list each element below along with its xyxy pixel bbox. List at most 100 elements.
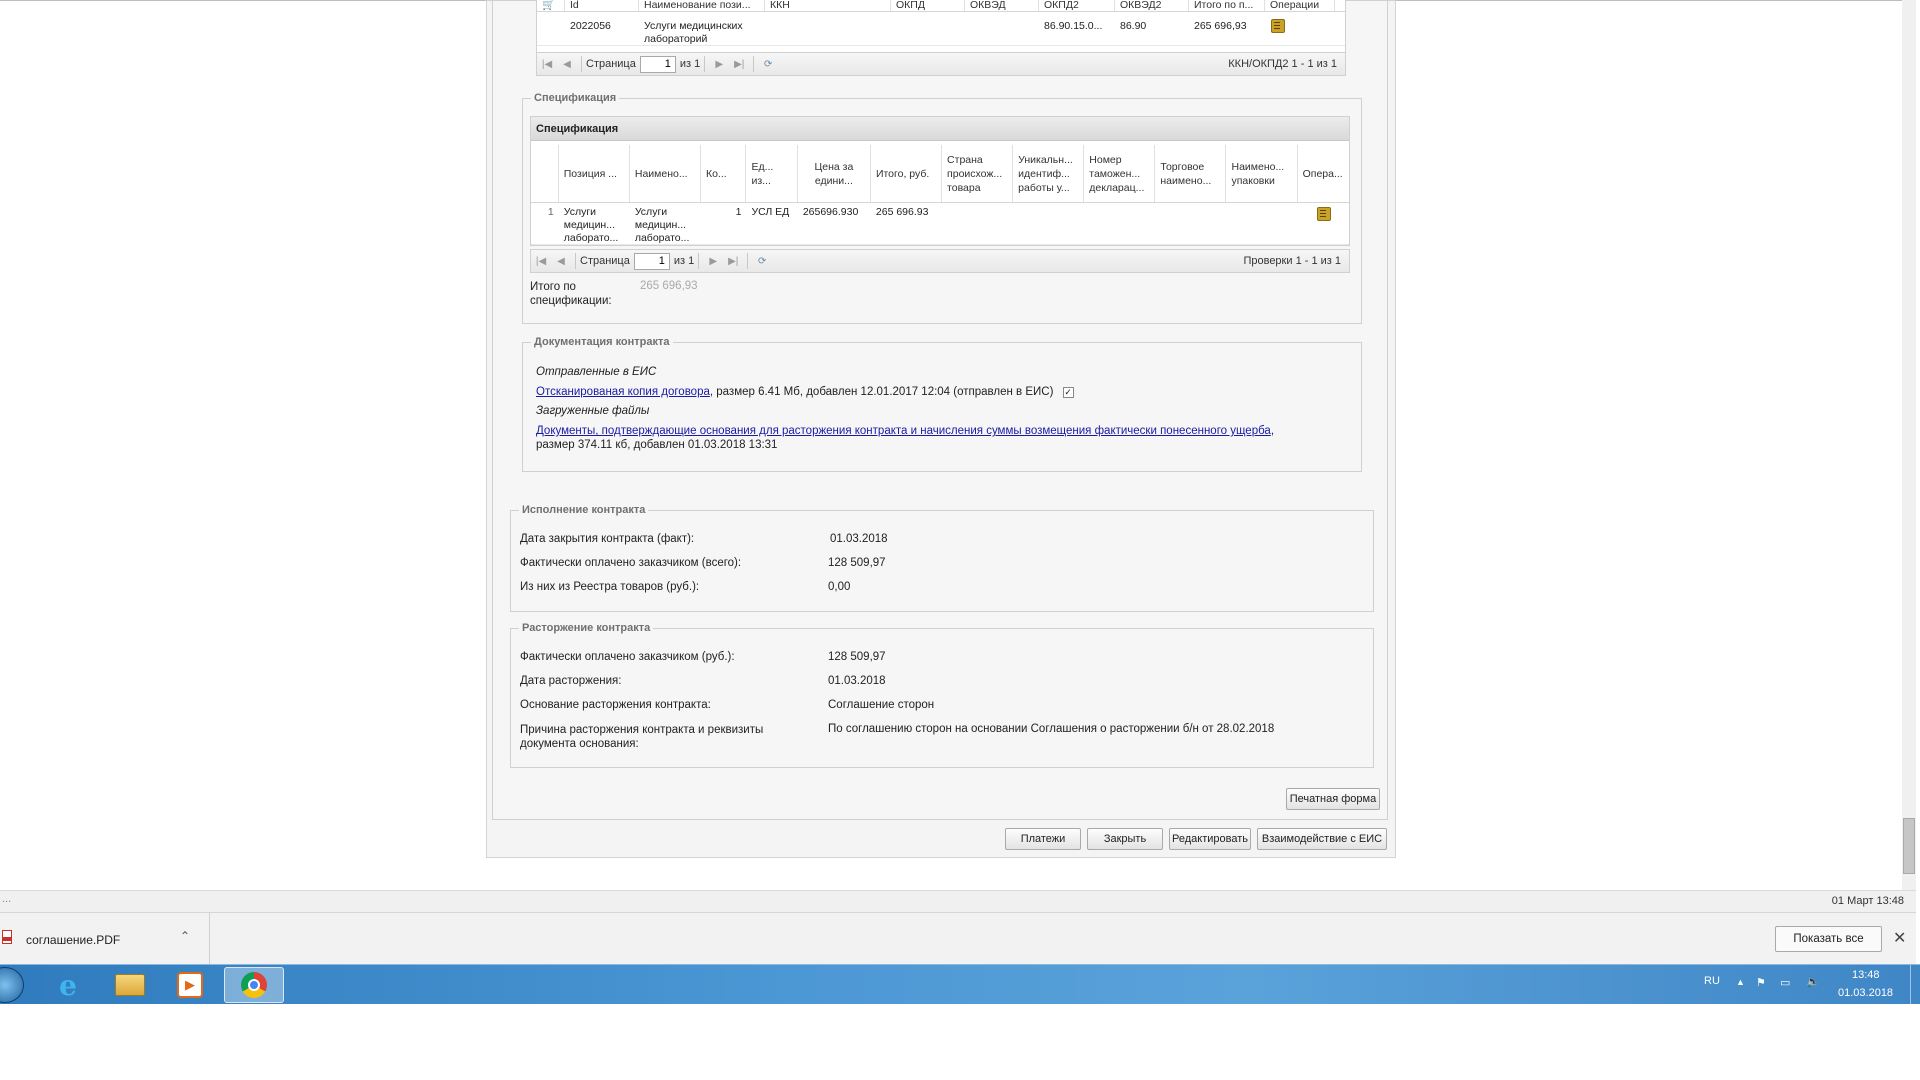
specification-grid: Спецификация Позиция ... Наимено... Ко..… [530,116,1350,246]
prev-page-icon[interactable]: ◀ [551,256,571,267]
taskbar-chrome[interactable] [224,967,284,1003]
page-number-input[interactable] [639,55,676,73]
first-page-icon[interactable]: |◀ [531,256,551,267]
okpd-col-okved[interactable]: ОКВЭД [965,0,1039,11]
spec-col-qty[interactable]: Ко... [701,145,747,202]
volume-icon[interactable]: 🔈 [1806,975,1820,988]
document-icon[interactable] [1270,18,1285,33]
spec-col-unique-id[interactable]: Уникальн... идентиф... работы у... [1013,145,1085,202]
checkbox-checked-icon: ✓ [1062,387,1074,398]
internet-explorer-icon: e [59,968,77,1002]
execution-label-close-date: Дата закрытия контракта (факт): [520,533,695,545]
next-page-icon[interactable]: ▶ [709,59,729,70]
windows-taskbar: e ▶ RU ▲ ⚑ ▭ 🔈 13:48 01.03.2018 [0,964,1920,1005]
okpd-row-okpd2: 86.90.15.0... [1044,20,1103,32]
next-page-icon[interactable]: ▶ [703,256,723,267]
specification-legend: Спецификация [534,92,617,104]
okpd-col-okved2[interactable]: ОКВЭД2 [1115,0,1189,11]
start-button[interactable] [0,967,24,1003]
documentation-legend: Документация контракта [534,336,670,348]
tray-expand-icon[interactable]: ▲ [1736,977,1745,987]
termination-label-basis: Основание расторжения контракта: [520,699,711,711]
termination-legend: Расторжение контракта [522,622,651,634]
last-page-icon[interactable]: ▶| [723,256,743,267]
eis-interaction-button[interactable]: Взаимодействие с ЕИС [1257,828,1387,850]
page-of-label: из 1 [679,58,701,70]
taskbar-media-player[interactable]: ▶ [160,967,220,1003]
spec-col-price[interactable]: Цена за едини... [798,145,871,202]
spec-col-customs[interactable]: Номер таможен... декларац... [1084,145,1156,202]
page-number-input[interactable] [633,252,670,270]
page-scrollbar[interactable] [1902,0,1916,890]
clock-time[interactable]: 13:48 [1852,969,1880,981]
refresh-icon[interactable]: ⟳ [758,59,778,70]
first-page-icon[interactable]: |◀ [537,59,557,70]
close-button[interactable]: Закрыть [1087,828,1163,850]
okpd-grid-header: 🛒 Id Наименование пози... ККН ОКПД ОКВЭД… [537,0,1345,12]
pager-summary: Проверки 1 - 1 из 1 [1243,255,1341,267]
execution-label-paid-total: Фактически оплачено заказчиком (всего): [520,557,742,569]
taskbar-file-explorer[interactable] [100,967,160,1003]
okpd-col-id[interactable]: Id [565,0,639,11]
close-icon[interactable]: ✕ [1893,928,1906,948]
okpd-col-okpd2[interactable]: ОКПД2 [1039,0,1115,11]
language-indicator[interactable]: RU [1704,975,1720,987]
clock-date[interactable]: 01.03.2018 [1838,987,1893,999]
uploaded-file-line: Документы, подтверждающие основания для … [536,425,1274,437]
specification-pager: |◀ ◀ Страница из 1 ▶ ▶| ⟳ Проверки 1 - 1… [530,249,1350,273]
payments-button[interactable]: Платежи [1005,828,1081,850]
spec-row-qty: 1 [735,206,742,218]
okpd-pager: |◀ ◀ Страница из 1 ▶ ▶| ⟳ ККН/ОКПД2 1 - … [536,52,1346,76]
refresh-icon[interactable]: ⟳ [752,256,772,267]
table-row[interactable]: 1 Услуги медицин... лаборато... Услуги м… [531,203,1349,245]
pager-summary: ККН/ОКПД2 1 - 1 из 1 [1228,58,1337,70]
termination-value-date: 01.03.2018 [828,675,886,687]
taskbar-internet-explorer[interactable]: e [38,967,98,1003]
sent-file-link[interactable]: Отсканированая копия договора [536,386,710,398]
edit-button[interactable]: Редактировать [1169,828,1251,850]
cart-icon: 🛒 [537,0,565,11]
media-player-icon: ▶ [177,972,203,998]
okpd-col-kkn[interactable]: ККН [765,0,891,11]
okpd-col-total[interactable]: Итого по п... [1189,0,1265,11]
spec-col-package[interactable]: Наимено... упаковки [1226,145,1298,202]
spec-row-name: Услуги медицин... лаборато... [634,206,690,244]
okpd-col-okpd[interactable]: ОКПД [891,0,965,11]
uploaded-file-meta: размер 374.11 кб, добавлен 01.03.2018 13… [536,439,778,451]
document-icon[interactable] [1316,206,1332,221]
show-desktop-button[interactable] [1910,965,1920,1005]
termination-label-reason: Причина расторжения контракта и реквизит… [520,724,764,750]
spec-col-unit[interactable]: Ед... из... [746,145,798,202]
uploaded-file-link[interactable]: Документы, подтверждающие основания для … [536,425,1271,437]
action-center-flag-icon[interactable]: ⚑ [1756,976,1766,989]
spec-col-total[interactable]: Итого, руб. [871,145,943,202]
spec-col-country[interactable]: Страна происхож... товара [942,145,1014,202]
specification-grid-header: Позиция ... Наимено... Ко... Ед... из...… [531,145,1349,203]
spec-row-price: 265696.930 [802,206,859,218]
spec-col-name[interactable]: Наимено... [630,145,701,202]
spec-col-trade-name[interactable]: Торговое наимено... [1155,145,1227,202]
download-item[interactable]: соглашение.PDF ⌃ [0,913,210,965]
okpd-row-okved2: 86.90 [1120,20,1147,32]
pdf-file-icon [2,930,12,944]
table-row[interactable]: 2022056 Услуги медицинских лабораторий 8… [537,12,1345,46]
chevron-up-icon[interactable]: ⌃ [180,929,190,943]
network-icon[interactable]: ▭ [1780,976,1790,989]
uploaded-heading: Загруженные файлы [536,405,650,417]
specification-grid-title: Спецификация [531,117,1349,141]
show-all-downloads-button[interactable]: Показать все [1775,926,1882,952]
termination-label-paid: Фактически оплачено заказчиком (руб.): [520,651,735,663]
last-page-icon[interactable]: ▶| [729,59,749,70]
page-of-label: из 1 [673,255,695,267]
spec-col-operations[interactable]: Опера... [1298,145,1349,202]
okpd-col-name[interactable]: Наименование пози... [639,0,765,11]
scrollbar-thumb[interactable] [1903,818,1915,874]
download-file-name: соглашение.PDF [26,933,121,947]
chrome-icon [241,972,267,998]
prev-page-icon[interactable]: ◀ [557,59,577,70]
folder-icon [115,974,145,996]
okpd-col-operations[interactable]: Операции [1265,0,1335,11]
spec-col-position[interactable]: Позиция ... [559,145,630,202]
print-form-button[interactable]: Печатная форма [1286,788,1380,810]
spec-row-total: 265 696.93 [875,206,929,218]
